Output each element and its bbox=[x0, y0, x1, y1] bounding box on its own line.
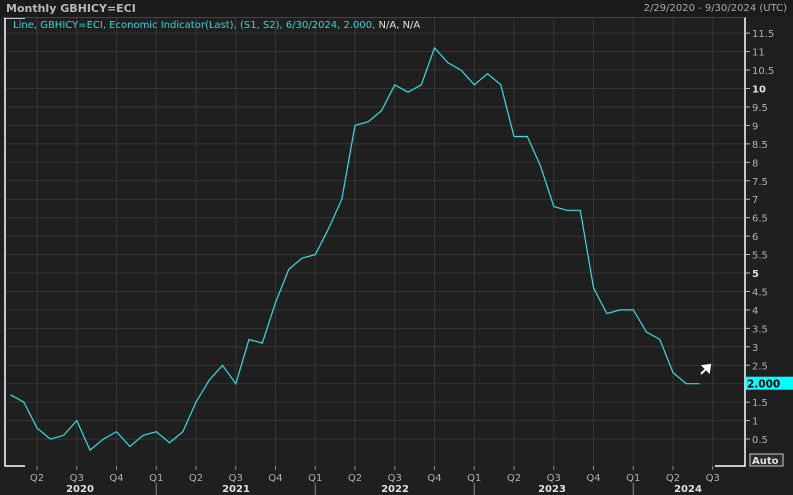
y-tick-label: 4.5 bbox=[752, 287, 768, 298]
y-tick-label: 6 bbox=[752, 232, 758, 243]
series-legend[interactable]: Line, GBHICY=ECI, Economic Indicator(Las… bbox=[13, 20, 420, 31]
y-tick-label: 10 bbox=[752, 85, 766, 96]
x-tick-label: Q3 bbox=[388, 473, 402, 484]
y-tick-label: 8.5 bbox=[752, 140, 768, 151]
y-tick-label: 8 bbox=[752, 158, 758, 169]
x-tick-label: Q3 bbox=[229, 473, 243, 484]
y-tick-label: 5.5 bbox=[752, 251, 768, 262]
x-tick-label: Q1 bbox=[467, 473, 481, 484]
y-tick-label: 6.5 bbox=[752, 214, 768, 225]
y-tick-label: 11 bbox=[752, 48, 765, 59]
y-tick-label: 11.5 bbox=[752, 29, 774, 40]
x-tick-label: Q2 bbox=[507, 473, 521, 484]
y-tick-label: 7.5 bbox=[752, 177, 768, 188]
y-tick-label: 5 bbox=[752, 269, 759, 280]
y-tick-label: 3.5 bbox=[752, 324, 768, 335]
y-tick-label: 9 bbox=[752, 121, 758, 132]
year-label: 2022 bbox=[381, 484, 409, 495]
y-tick-label: 7 bbox=[752, 195, 758, 206]
y-tick-label: 2.5 bbox=[752, 361, 768, 372]
y-tick-label: 3 bbox=[752, 343, 758, 354]
y-tick-label: 4 bbox=[752, 306, 758, 317]
x-tick-label: Q1 bbox=[149, 473, 163, 484]
legend-na: N/A, N/A bbox=[378, 20, 421, 31]
x-tick-label: Q1 bbox=[626, 473, 640, 484]
auto-scale-label[interactable]: Auto bbox=[752, 456, 779, 467]
year-label: 2020 bbox=[66, 484, 94, 495]
y-tick-label: 1.5 bbox=[752, 398, 768, 409]
y-tick-label: 9.5 bbox=[752, 103, 768, 114]
x-tick-label: Q4 bbox=[268, 473, 282, 484]
legend-text: Line, GBHICY=ECI, Economic Indicator(Las… bbox=[13, 20, 376, 31]
x-tick-label: Q3 bbox=[70, 473, 84, 484]
x-tick-label: Q4 bbox=[427, 473, 441, 484]
x-tick-label: Q1 bbox=[308, 473, 322, 484]
year-label: 2021 bbox=[222, 484, 250, 495]
x-tick-label: Q3 bbox=[547, 473, 561, 484]
x-tick-label: Q2 bbox=[30, 473, 44, 484]
y-tick-label: 0.5 bbox=[752, 435, 768, 446]
x-tick-label: Q3 bbox=[706, 473, 720, 484]
year-label: 2023 bbox=[538, 484, 566, 495]
x-tick-label: Q4 bbox=[109, 473, 123, 484]
y-tick-label: 1 bbox=[752, 417, 758, 428]
x-tick-label: Q2 bbox=[348, 473, 362, 484]
frame-top bbox=[5, 17, 745, 18]
x-tick-label: Q4 bbox=[586, 473, 600, 484]
x-tick-label: Q2 bbox=[666, 473, 680, 484]
year-label: 2024 bbox=[674, 484, 702, 495]
y-tick-label: 10.5 bbox=[752, 66, 774, 77]
x-tick-label: Q2 bbox=[189, 473, 203, 484]
last-value-label: 2.000 bbox=[747, 379, 780, 391]
line-chart[interactable]: Q2 Q3 Q4 Q1 Q2 Q3 Q4 Q1 Q2 Q3 Q4 Q1 Q2 Q3 Q4 Q1 Q2 Q32020… bbox=[0, 0, 793, 495]
